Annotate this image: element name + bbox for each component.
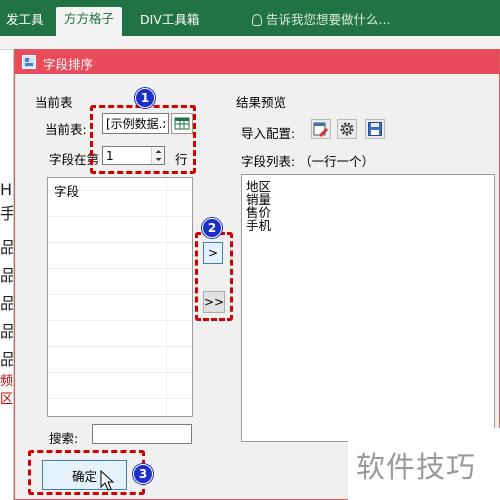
list-item[interactable]: 字段 (50, 185, 79, 198)
sheet-cell: 区 (0, 392, 14, 407)
import-config-button[interactable] (311, 119, 331, 139)
sheet-cell: 品 (0, 346, 13, 370)
tab-developer-tools[interactable]: 发工具 (0, 8, 52, 36)
step-badge-1: 1 (135, 88, 155, 108)
step-badge-3: 3 (133, 464, 153, 484)
spreadsheet-background: H 手 品 品 品 品 品 频 区 (0, 50, 14, 500)
current-table-label: 当前表: (45, 122, 87, 137)
watermark: 软件技巧 (348, 428, 500, 500)
dialog-titlebar[interactable]: 字段排序 (15, 50, 499, 74)
dialog-app-icon (22, 55, 36, 69)
tell-me-placeholder: 告诉我您想要做什么... (266, 12, 391, 27)
search-label: 搜索: (49, 431, 79, 446)
save-icon (368, 122, 382, 136)
preview-group-label: 结果预览 (236, 95, 287, 110)
mouse-pointer-icon (100, 470, 115, 491)
sheet-cell: H (0, 180, 13, 199)
settings-button[interactable] (337, 119, 357, 139)
search-input[interactable] (93, 425, 191, 443)
sheet-cell: 手 (0, 200, 13, 224)
callout-step-1 (90, 105, 196, 174)
field-list-label: 字段列表: （一行一个） (241, 154, 375, 169)
sheet-cell: 品 (0, 262, 13, 286)
watermark-text: 软件技巧 (356, 450, 477, 484)
ribbon-command-strip (0, 36, 500, 50)
open-config-icon (313, 122, 328, 137)
current-fields-list[interactable]: 字段 (47, 177, 193, 417)
callout-step-3 (28, 450, 145, 495)
sheet-cell: 频 (0, 374, 14, 389)
step-badge-2: 2 (202, 218, 222, 238)
result-fields-textarea[interactable]: 地区 销量 售价 手机 (241, 174, 495, 442)
lightbulb-icon (252, 14, 262, 26)
dialog-title: 字段排序 (43, 57, 94, 72)
list-item: 销量 (246, 192, 272, 207)
tab-div-toolbox[interactable]: DIV工具箱 (132, 8, 207, 36)
sheet-cell: 品 (0, 318, 13, 342)
save-config-button[interactable] (365, 119, 385, 139)
search-field[interactable] (92, 424, 192, 444)
list-item: 地区 (246, 179, 272, 194)
import-config-label: 导入配置: (241, 126, 296, 141)
sheet-cell: 品 (0, 290, 13, 314)
sheet-cell: 品 (0, 234, 13, 258)
list-item: 手机 (246, 218, 272, 233)
callout-step-2 (195, 232, 233, 321)
tab-fangfang-gezi[interactable]: 方方格子 (56, 7, 123, 36)
ribbon-bar: 发工具 方方格子 DIV工具箱 告诉我您想要做什么... (0, 0, 500, 36)
list-item: 售价 (246, 205, 272, 220)
gear-icon (340, 122, 354, 136)
current-table-group-label: 当前表 (35, 95, 73, 110)
tell-me-search[interactable]: 告诉我您想要做什么... (252, 8, 390, 32)
